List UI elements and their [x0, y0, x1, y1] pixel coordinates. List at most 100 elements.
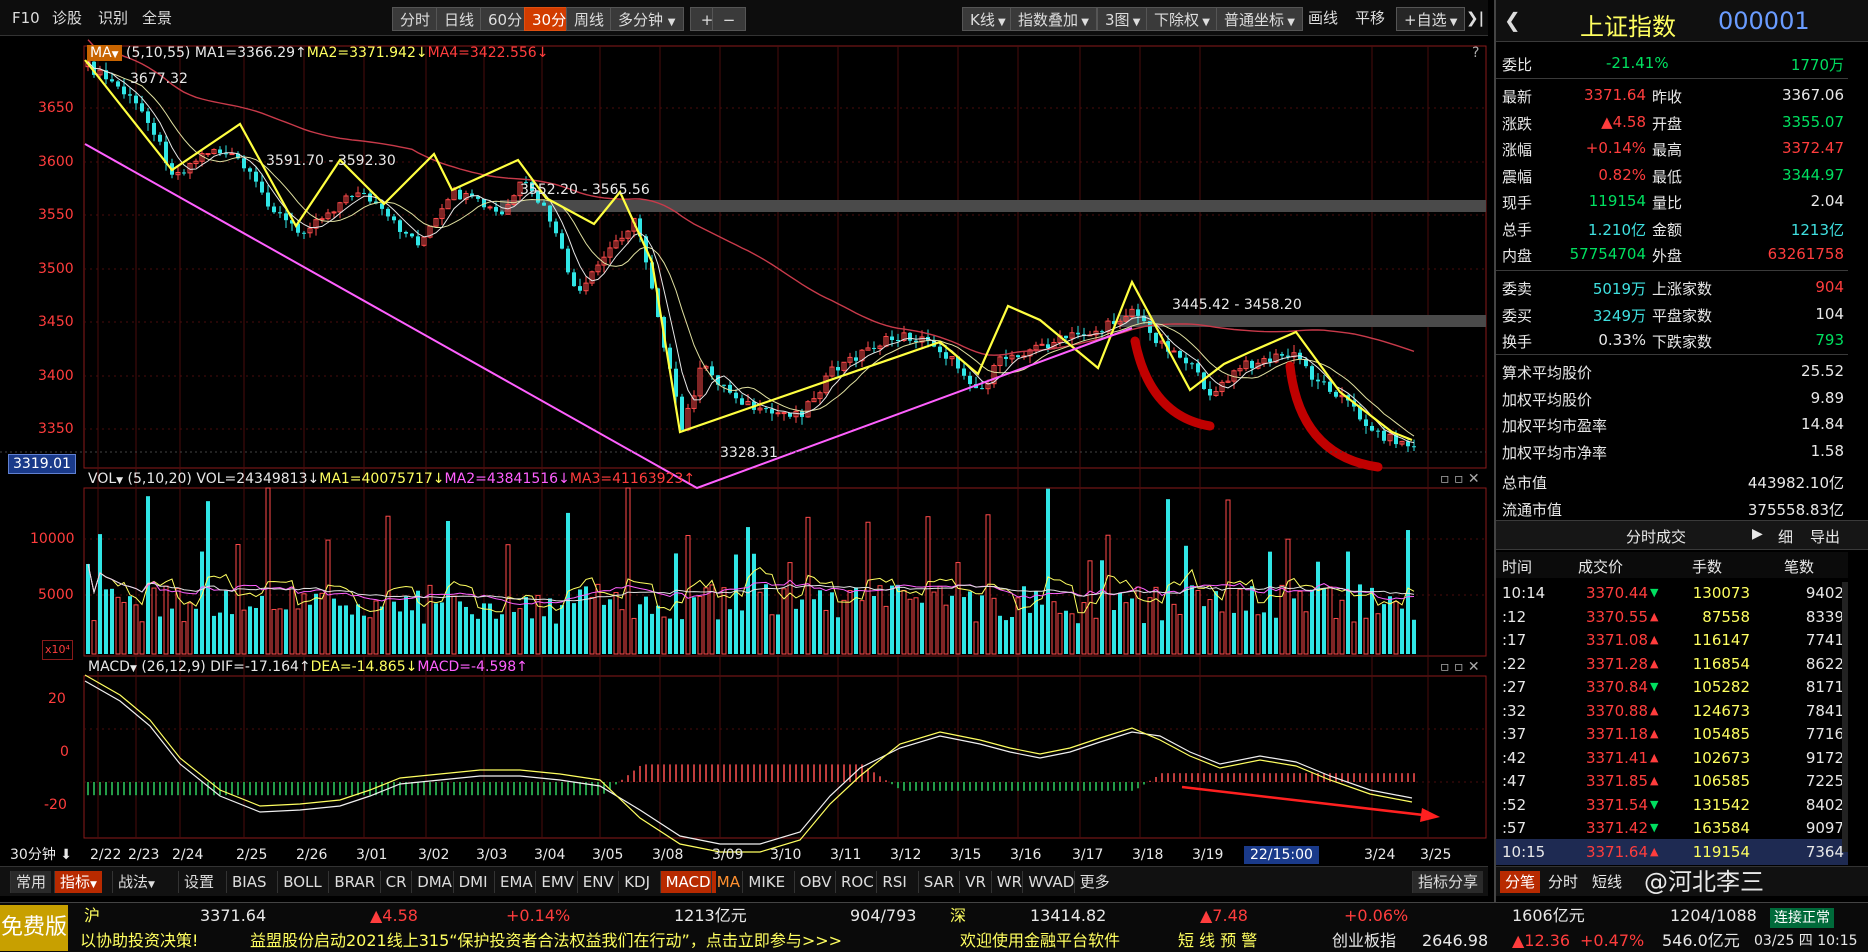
indicator-tab-macd[interactable]: MACD	[659, 871, 716, 893]
coordinate-dropdown[interactable]: 普通坐标 ▼	[1216, 7, 1303, 31]
indicator-tab-boll[interactable]: BOLL	[277, 871, 327, 893]
indicator-tab-ma[interactable]: MA	[710, 871, 745, 893]
kline-chart-area[interactable]: MA▼ (5,10,55) MA1=3366.29↑MA2=3371.942↓M…	[0, 36, 1488, 864]
back-chevron-icon[interactable]: ❮	[1504, 8, 1521, 32]
indicator-tab-wvad[interactable]: WVAD	[1022, 871, 1079, 893]
tab-settings[interactable]: 设置	[178, 871, 219, 893]
period-label[interactable]: 30分钟 ⬇	[10, 846, 72, 864]
period-daily-button[interactable]: 日线	[436, 7, 483, 31]
tab-ticks[interactable]: 分笔	[1500, 871, 1541, 893]
date-label: 2/22	[90, 847, 122, 863]
indicator-tab-bias[interactable]: BIAS	[226, 871, 272, 893]
ticks-scrollbar[interactable]	[1842, 582, 1848, 852]
macd-dea-value: DEA=-14.865↓	[310, 659, 418, 675]
candle-body	[572, 272, 576, 287]
index-overlay-dropdown[interactable]: 指数叠加 ▼	[1010, 7, 1097, 31]
quotes-value-2: 3355.07	[1781, 112, 1844, 131]
tick-row[interactable]: :42 3371.41 ▲ 102673 9172	[1496, 745, 1848, 771]
period-intraday-button[interactable]: 分时	[392, 7, 439, 31]
period-60min-button[interactable]: 60分	[480, 7, 531, 31]
tick-row[interactable]: :57 3371.42 ▼ 163584 9097	[1496, 815, 1848, 841]
pan-button[interactable]: 平移	[1355, 7, 1385, 29]
news-item-2[interactable]: 益盟股份启动2021线上315“保护投资者合法权益我们在行动”，点击立即参与>>…	[250, 931, 842, 951]
three-chart-dropdown[interactable]: 3图 ▼	[1097, 7, 1149, 31]
tick-row[interactable]: :22 3371.28 ▲ 116854 8622	[1496, 651, 1848, 677]
indicator-tab-cr[interactable]: CR	[379, 871, 412, 893]
tick-row[interactable]: :52 3371.54 ▼ 131542 8402	[1496, 792, 1848, 818]
tick-row[interactable]: 10:15 3371.64 ▲ 119154 7364	[1496, 838, 1848, 865]
indicator-tab-brar[interactable]: BRAR	[328, 871, 380, 893]
news-item-3[interactable]: 欢迎使用金融平台软件	[960, 931, 1120, 951]
volume-bar	[338, 605, 342, 654]
ex-rights-dropdown[interactable]: 下除权 ▼	[1146, 7, 1218, 31]
down-arrow-icon: ▼	[1650, 680, 1659, 693]
candle-body	[386, 208, 390, 217]
vol-indicator-selector[interactable]: VOL▼	[88, 471, 123, 487]
tab-intraday[interactable]: 分时	[1548, 871, 1578, 893]
macd-indicator-selector[interactable]: MACD▼	[88, 659, 137, 675]
quotes-label-1: 涨幅	[1502, 141, 1533, 159]
indicator-tab-更多[interactable]: 更多	[1073, 871, 1115, 893]
date-label: 3/18	[1132, 847, 1164, 863]
candle-body	[1334, 391, 1338, 397]
indicator-tab-obv[interactable]: OBV	[793, 871, 837, 893]
tick-row[interactable]: :47 3371.85 ▲ 106585 7225	[1496, 768, 1848, 794]
ma-indicator-selector[interactable]: MA▼	[87, 45, 122, 61]
indicator-tab-mike[interactable]: MIKE	[742, 871, 790, 893]
kline-dropdown[interactable]: K线 ▼	[962, 7, 1014, 31]
indicator-tab-env[interactable]: ENV	[576, 871, 619, 893]
tick-hands: 105282	[1692, 678, 1750, 696]
add-watchlist-button[interactable]: +自选 ▼	[1396, 7, 1466, 31]
tab-indicators[interactable]: 指标▼	[54, 871, 102, 893]
indicator-tab-vr[interactable]: VR	[959, 871, 991, 893]
tab-common[interactable]: 常用	[10, 871, 52, 893]
zoom-out-button[interactable]: −	[712, 7, 746, 31]
collapse-panel-icon[interactable]: ❯|	[1466, 7, 1484, 29]
f10-tab[interactable]: F10	[12, 7, 40, 29]
tick-row[interactable]: :17 3371.08 ▲ 116147 7741	[1496, 627, 1848, 653]
tick-row[interactable]: :32 3370.88 ▲ 124673 7841	[1496, 698, 1848, 724]
volume-bar	[319, 592, 325, 655]
tab-strategy[interactable]: 战法▼	[112, 871, 160, 893]
tab-shortline[interactable]: 短线	[1592, 871, 1622, 893]
ticks-export-button[interactable]: 导出	[1810, 526, 1840, 547]
macd-panel-controls[interactable]: ▫ ▫ ✕	[1440, 658, 1480, 676]
volume-bar	[578, 589, 582, 654]
draw-line-button[interactable]: 画线	[1308, 7, 1338, 29]
tick-row[interactable]: :12 3370.55 ▲ 87558 8339	[1496, 604, 1848, 630]
candle-body	[398, 220, 402, 232]
tick-row[interactable]: :37 3371.18 ▲ 105485 7716	[1496, 721, 1848, 747]
volume-bar	[91, 620, 97, 655]
candle-body	[1076, 332, 1080, 335]
quotes-label-1: 现手	[1502, 194, 1533, 212]
tick-row[interactable]: 10:14 3370.44 ▼ 130073 9402	[1496, 580, 1848, 606]
indicator-tab-roc[interactable]: ROC	[835, 871, 879, 893]
volume-bar	[235, 544, 241, 655]
multi-minute-dropdown[interactable]: 多分钟 ▼	[610, 7, 684, 31]
overview-tab[interactable]: 全景	[142, 7, 172, 29]
diagnose-tab[interactable]: 诊股	[52, 7, 82, 29]
tick-row[interactable]: :27 3370.84 ▼ 105282 8171	[1496, 674, 1848, 700]
indicator-tab-sar[interactable]: SAR	[917, 871, 959, 893]
identify-tab[interactable]: 识别	[98, 7, 128, 29]
candle-body	[1100, 331, 1104, 333]
indicator-tab-kdj[interactable]: KDJ	[618, 871, 655, 893]
indicator-tab-emv[interactable]: EMV	[535, 871, 579, 893]
indicator-share-button[interactable]: 指标分享	[1412, 871, 1484, 893]
news-item-1[interactable]: 以协助投资决策!	[80, 931, 198, 951]
volume-bar	[289, 586, 295, 655]
vol-panel-controls[interactable]: ▫ ▫ ✕	[1440, 470, 1480, 488]
ticks-play-icon[interactable]: ▶	[1752, 526, 1763, 542]
volume-bar	[398, 611, 402, 654]
indicator-tab-ema[interactable]: EMA	[494, 871, 538, 893]
indicator-tab-dmi[interactable]: DMI	[452, 871, 493, 893]
candle-body	[722, 384, 726, 386]
ticks-detail-button[interactable]: 细	[1778, 526, 1793, 547]
period-weekly-button[interactable]: 周线	[566, 7, 613, 31]
main-help-icon[interactable]: ?	[1472, 44, 1479, 62]
volume-bar	[877, 585, 883, 655]
indicator-tab-rsi[interactable]: RSI	[876, 871, 911, 893]
news-item-4[interactable]: 短 线 预 警	[1178, 931, 1257, 951]
news-item-5[interactable]: 创业板指	[1332, 931, 1396, 951]
indicator-tab-dma[interactable]: DMA	[411, 871, 457, 893]
